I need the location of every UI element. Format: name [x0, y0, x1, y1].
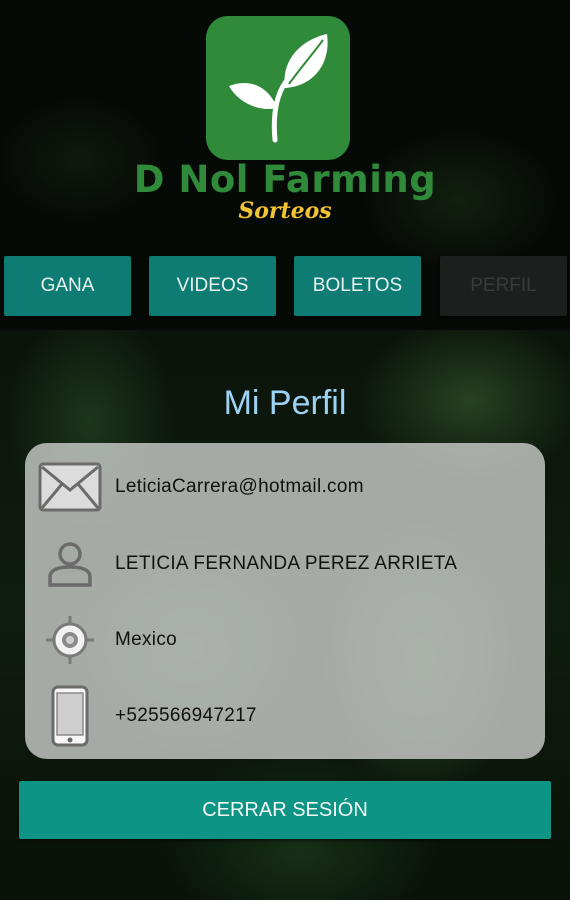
tab-boletos[interactable]: BOLETOS: [294, 256, 421, 316]
tab-perfil[interactable]: PERFIL: [440, 256, 567, 316]
country-value: Mexico: [115, 629, 177, 650]
logout-button[interactable]: CERRAR SESIÓN: [19, 781, 551, 839]
name-row: LETICIA FERNANDA PEREZ ARRIETA: [25, 529, 545, 599]
email-row: LeticiaCarrera@hotmail.com: [25, 452, 545, 522]
tab-videos[interactable]: VIDEOS: [149, 256, 276, 316]
tab-gana[interactable]: GANA: [4, 256, 131, 316]
app-logo: [206, 16, 350, 160]
phone-row: +525566947217: [25, 681, 545, 751]
tab-bar: GANA VIDEOS BOLETOS PERFIL: [0, 256, 570, 316]
location-target-icon: [46, 616, 94, 664]
leaf-icon: [229, 34, 328, 143]
profile-card: LeticiaCarrera@hotmail.com LETICIA FERNA…: [25, 443, 545, 759]
page-title: Mi Perfil: [223, 384, 347, 422]
phone-icon: [51, 685, 89, 747]
fullname-value: LETICIA FERNANDA PEREZ ARRIETA: [115, 553, 458, 574]
person-icon: [48, 542, 92, 587]
envelope-icon: [38, 462, 102, 512]
brand-subtitle: Sorteos: [238, 198, 332, 224]
brand-name: D Nol Farming: [133, 158, 437, 201]
email-value: LeticiaCarrera@hotmail.com: [115, 476, 364, 497]
phone-value: +525566947217: [115, 705, 257, 726]
country-row: Mexico: [25, 605, 545, 675]
